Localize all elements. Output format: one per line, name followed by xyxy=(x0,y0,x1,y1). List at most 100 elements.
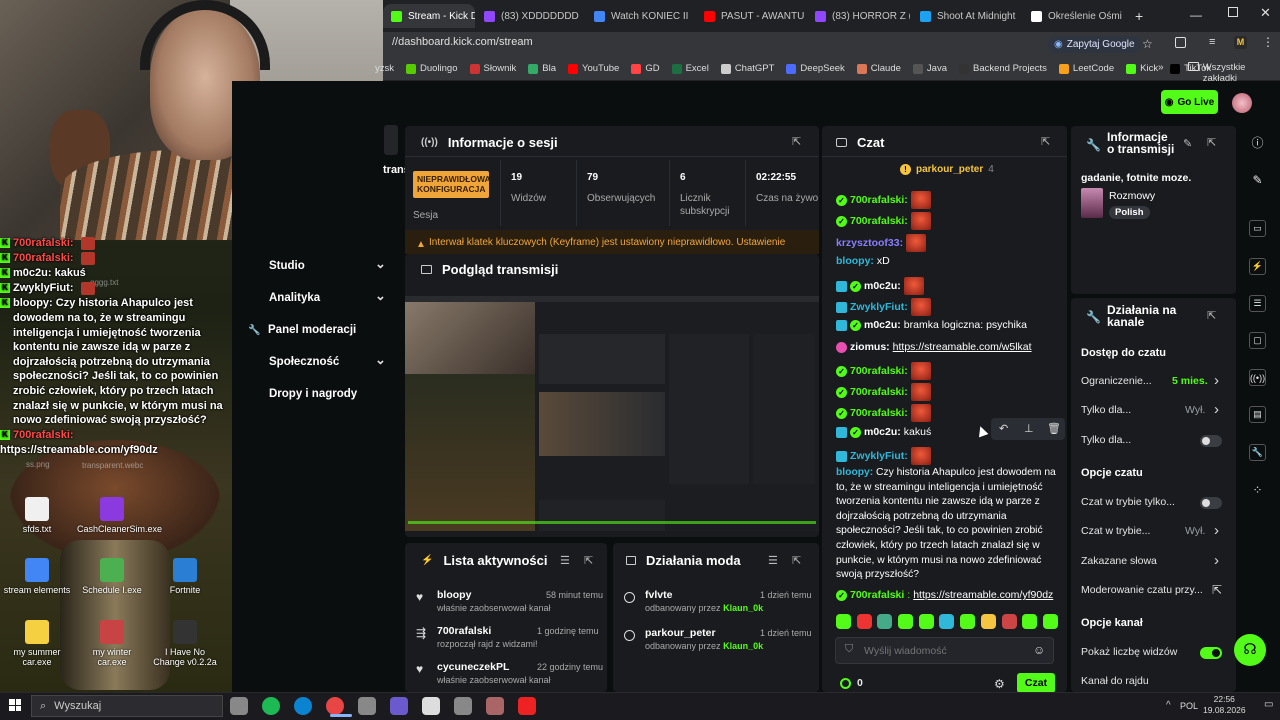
profile-m-icon[interactable]: M xyxy=(1234,36,1247,49)
chat-user-name[interactable]: bloopy xyxy=(836,255,870,267)
channel-setting-row[interactable]: Kanał do rajdu xyxy=(1081,675,1149,687)
sidebar-item-spo-eczno-[interactable]: 👥Społeczność⌄ xyxy=(269,352,386,368)
emote-shortcut-icon[interactable] xyxy=(836,614,851,629)
channel-setting-row[interactable]: Czat w trybie tylko... xyxy=(1081,496,1175,508)
desktop-icon[interactable]: sfds.txt xyxy=(2,497,72,534)
emote-shortcut-icon[interactable] xyxy=(856,614,872,629)
chat-user-name[interactable]: krzysztoof33 xyxy=(836,237,900,249)
activity-user[interactable]: bloopy xyxy=(437,589,471,601)
wrench-icon[interactable]: 🔧 xyxy=(1249,444,1266,461)
setting-toggle[interactable] xyxy=(1200,435,1222,447)
emote-shortcut-icon[interactable] xyxy=(980,614,996,629)
browser-tab[interactable]: (83) HORROR Z (✕ xyxy=(807,4,910,28)
chat-user-name[interactable]: m0c2u xyxy=(864,426,897,438)
browser-tab[interactable]: Shoot At Midnight✕ xyxy=(912,4,1021,28)
reply-icon[interactable]: ↶ xyxy=(999,422,1008,435)
setting-toggle[interactable] xyxy=(1200,647,1222,659)
bookmark-item[interactable]: YouTube xyxy=(567,63,619,74)
obs-icon[interactable] xyxy=(358,697,376,715)
bookmark-item[interactable]: Bla xyxy=(528,63,556,74)
bookmark-item[interactable]: ChatGPT xyxy=(720,63,774,74)
chevron-right-icon[interactable]: › xyxy=(1214,522,1219,539)
chat-input-box[interactable]: ⛉ ☺ xyxy=(835,637,1054,664)
desktop-icon[interactable]: I Have No Change v0.2.2a xyxy=(150,620,220,667)
emote-shortcut-icon[interactable] xyxy=(939,614,955,629)
desktop-icon[interactable]: Schedule I.exe xyxy=(77,558,147,595)
bolt-icon[interactable]: ⚡ xyxy=(1249,258,1266,275)
chat-message-input[interactable] xyxy=(864,642,1024,659)
bookmark-star-icon[interactable]: ☆ xyxy=(1142,37,1153,51)
emote-shortcut-icon[interactable] xyxy=(918,614,934,629)
mod-action-by[interactable]: Klaun_0k xyxy=(723,641,763,651)
browser-tab[interactable]: Watch KONIEC II✕ xyxy=(586,4,694,28)
channel-setting-row[interactable]: Czat w trybie... xyxy=(1081,525,1150,537)
desktop-icon[interactable]: Fortnite xyxy=(150,558,220,595)
delete-icon[interactable]: 🗑 xyxy=(1047,422,1061,435)
popout-icon[interactable]: ⇱ xyxy=(1207,136,1216,149)
desktop-icon[interactable]: CashCleanerSim.exe xyxy=(77,497,162,534)
sidebar-item-panel-moderacji[interactable]: 🔧 Panel moderacji xyxy=(248,324,356,336)
emoji-icon[interactable]: ☺ xyxy=(1033,643,1045,657)
chrome-icon[interactable] xyxy=(326,697,344,715)
channel-setting-row[interactable]: Tylko dla... xyxy=(1081,434,1131,446)
info-icon[interactable]: ⓘ xyxy=(1249,134,1266,151)
external-link-icon[interactable]: ⇱ xyxy=(1212,583,1222,597)
popout-icon[interactable]: ⇱ xyxy=(1041,135,1050,148)
bookmark-item[interactable]: DeepSeek xyxy=(786,63,845,74)
chevron-right-icon[interactable]: › xyxy=(1214,401,1219,418)
chat-link[interactable]: https://streamable.com/w5lkat xyxy=(893,341,1032,353)
support-headset-icon[interactable]: ☊ xyxy=(1234,634,1266,666)
chat-user-name[interactable]: 700rafalski xyxy=(850,215,904,227)
bookmark-item[interactable]: Duolingo xyxy=(406,63,458,74)
bookmark-item[interactable]: Backend Projects xyxy=(958,63,1047,74)
chat-user-name[interactable]: ZwyklyFiut xyxy=(850,450,904,462)
popout-icon[interactable]: ⇱ xyxy=(792,554,801,567)
channel-setting-row[interactable]: Zakazane słowa xyxy=(1081,555,1157,567)
windows-start-icon[interactable] xyxy=(9,699,21,711)
url-input[interactable]: //dashboard.kick.com/stream xyxy=(392,36,533,48)
chevron-right-icon[interactable]: › xyxy=(1214,372,1219,389)
bookmark-item[interactable]: Kick xyxy=(1126,63,1158,74)
app-icon[interactable] xyxy=(454,697,472,715)
edge-icon[interactable] xyxy=(294,697,312,715)
chat-user-name[interactable]: 700rafalski xyxy=(850,194,904,206)
filter-icon[interactable]: ☰ xyxy=(560,554,570,567)
activity-user[interactable]: 700rafalski xyxy=(437,625,491,637)
browser-tab[interactable]: Stream - Kick Da✕ xyxy=(383,4,475,28)
steam-icon[interactable] xyxy=(422,697,440,715)
edit-icon[interactable]: ✎ xyxy=(1183,137,1192,150)
bookmark-item[interactable]: Java xyxy=(912,63,947,74)
bookmark-item[interactable]: Excel xyxy=(671,63,709,74)
emote-shortcut-icon[interactable] xyxy=(1042,614,1058,629)
chat-link[interactable]: https://streamable.com/yf90dz xyxy=(913,589,1053,601)
tray-lang[interactable]: POL xyxy=(1180,701,1198,711)
close-window-icon[interactable]: ✕ xyxy=(1260,5,1271,21)
broadcast-icon[interactable]: ((•)) xyxy=(1249,369,1266,386)
avatar[interactable] xyxy=(1232,93,1252,113)
category-name[interactable]: Rozmowy xyxy=(1109,190,1155,202)
channel-setting-row[interactable]: Pokaż liczbę widzów xyxy=(1081,646,1177,658)
sidebar-item-dropy-i-nagrody[interactable]: ◆Dropy i nagrody xyxy=(269,388,357,400)
go-live-button[interactable]: ◉ Go Live xyxy=(1161,90,1218,114)
desktop-icon[interactable]: my summer car.exe xyxy=(2,620,72,667)
chat-user-name[interactable]: m0c2u xyxy=(864,319,897,331)
stack-icon[interactable]: ▤ xyxy=(1249,406,1266,423)
chat-send-button[interactable]: Czat xyxy=(1017,673,1055,693)
bookmark-item[interactable]: yzsk xyxy=(375,63,394,74)
desktop-icon[interactable]: my winter car.exe xyxy=(77,620,147,667)
browser-tab[interactable]: Określenie Ośmi✕ xyxy=(1023,4,1128,28)
popout-icon[interactable]: ⇱ xyxy=(584,554,593,567)
emote-shortcut-icon[interactable] xyxy=(1022,614,1038,629)
mod-action-user[interactable]: fvlvte xyxy=(645,589,672,601)
new-tab-icon[interactable]: + xyxy=(1135,8,1143,24)
browser-menu-icon[interactable]: ⋮ xyxy=(1262,35,1274,49)
popout-icon[interactable]: ⇱ xyxy=(792,135,801,148)
bookmarks-more-icon[interactable]: » xyxy=(1158,62,1164,73)
taskbar-search[interactable]: ⌕ Wyszukaj xyxy=(31,695,223,717)
chat-user-name[interactable]: ZwyklyFiut xyxy=(850,301,904,313)
desktop-icon[interactable]: stream elements xyxy=(2,558,72,595)
channel-setting-row[interactable]: Ograniczenie... xyxy=(1081,375,1152,387)
minimize-icon[interactable]: — xyxy=(1190,8,1202,22)
chat-user-name[interactable]: m0c2u xyxy=(864,280,897,292)
ask-google-button[interactable]: ◉ Zapytaj Google xyxy=(1048,36,1141,53)
